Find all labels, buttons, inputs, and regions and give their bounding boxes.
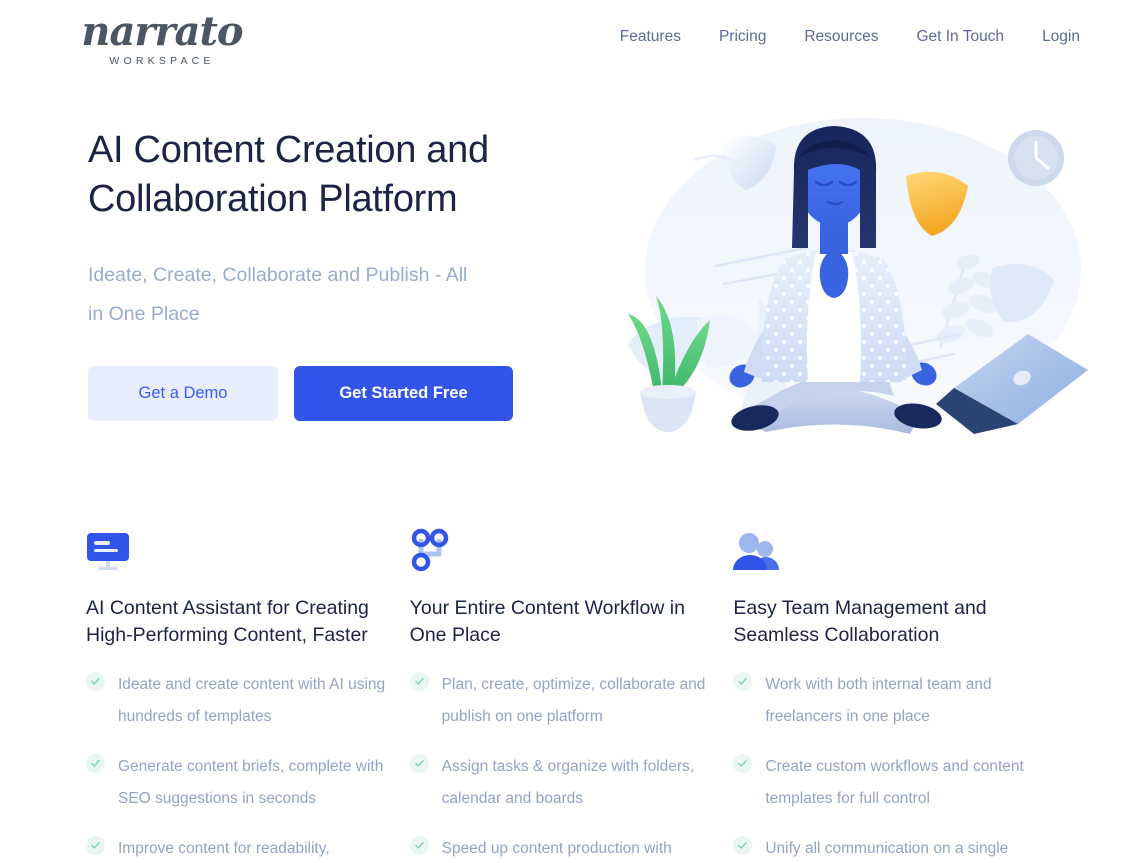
list-item: Generate content briefs, complete with S… (86, 751, 410, 815)
feature-item-text: Generate content briefs, complete with S… (118, 758, 384, 807)
list-item: Improve content for readability, engagem… (86, 833, 410, 863)
feature-bullet-list: Work with both internal team and freelan… (733, 669, 1057, 863)
feature-column-ai-assistant: AI Content Assistant for Creating High-P… (86, 522, 410, 863)
feature-title: AI Content Assistant for Creating High-P… (86, 597, 369, 646)
workflow-nodes-icon (410, 522, 734, 572)
users-icon (733, 522, 1057, 572)
check-icon (409, 836, 429, 855)
check-icon (733, 754, 753, 773)
check-icon (86, 672, 105, 691)
logo-subtitle: WORKSPACE (109, 55, 215, 67)
clock-icon (1008, 130, 1064, 186)
check-icon (733, 672, 753, 691)
feature-title: Easy Team Management and Seamless Collab… (733, 597, 987, 646)
logo-wordmark: narrato (81, 8, 243, 55)
landing-page: narrato WORKSPACE Features Pricing Resou… (0, 0, 1143, 863)
list-item: Work with both internal team and freelan… (733, 669, 1057, 733)
nav-item-pricing[interactable]: Pricing (719, 28, 766, 46)
list-item: Unify all communication on a single plat… (733, 833, 1057, 863)
feature-item-text: Speed up content production with automat… (441, 840, 672, 857)
list-item: Create custom workflows and content temp… (733, 751, 1057, 815)
feature-item-text: Ideate and create content with AI using … (118, 676, 386, 725)
monitor-icon (86, 522, 410, 572)
main-navigation: Features Pricing Resources Get In Touch … (620, 28, 1080, 46)
hero-illustration (588, 98, 1128, 458)
feature-item-text: Assign tasks & organize with folders, ca… (441, 758, 695, 807)
feature-item-text: Unify all communication on a single plat… (765, 840, 1009, 857)
page-title: AI Content Creation and Collaboration Pl… (88, 129, 489, 220)
hero-subtitle: Ideate, Create, Collaborate and Publish … (88, 264, 468, 325)
list-item: Ideate and create content with AI using … (86, 669, 410, 733)
site-header: narrato WORKSPACE Features Pricing Resou… (0, 0, 1143, 80)
feature-item-text: Improve content for readability, engagem… (118, 840, 330, 857)
features-section: AI Content Assistant for Creating High-P… (0, 522, 1143, 863)
list-item: Speed up content production with automat… (409, 833, 734, 863)
get-started-free-button[interactable]: Get Started Free (294, 366, 513, 421)
check-icon (733, 836, 753, 855)
get-a-demo-button[interactable]: Get a Demo (88, 366, 278, 421)
feature-bullet-list: Ideate and create content with AI using … (86, 669, 410, 863)
hero-copy: AI Content Creation and Collaboration Pl… (88, 126, 588, 334)
logo[interactable]: narrato WORKSPACE (81, 12, 243, 68)
nav-item-resources[interactable]: Resources (804, 28, 878, 46)
nav-item-get-in-touch[interactable]: Get In Touch (916, 28, 1004, 46)
hero-cta-group: Get a Demo Get Started Free (88, 366, 513, 421)
feature-column-team: Easy Team Management and Seamless Collab… (733, 522, 1057, 863)
nav-item-features[interactable]: Features (620, 28, 681, 46)
nav-item-login[interactable]: Login (1042, 28, 1080, 46)
check-icon (86, 754, 105, 773)
check-icon (409, 754, 429, 773)
check-icon (409, 672, 429, 691)
check-icon (86, 836, 105, 855)
feature-title: Your Entire Content Workflow in One Plac… (409, 597, 685, 646)
feature-item-text: Plan, create, optimize, collaborate and … (441, 676, 706, 725)
feature-bullet-list: Plan, create, optimize, collaborate and … (409, 669, 734, 863)
feature-item-text: Work with both internal team and freelan… (765, 676, 992, 725)
feature-column-workflow: Your Entire Content Workflow in One Plac… (409, 522, 734, 863)
list-item: Plan, create, optimize, collaborate and … (409, 669, 734, 733)
list-item: Assign tasks & organize with folders, ca… (409, 751, 734, 815)
feature-item-text: Create custom workflows and content temp… (765, 758, 1024, 807)
